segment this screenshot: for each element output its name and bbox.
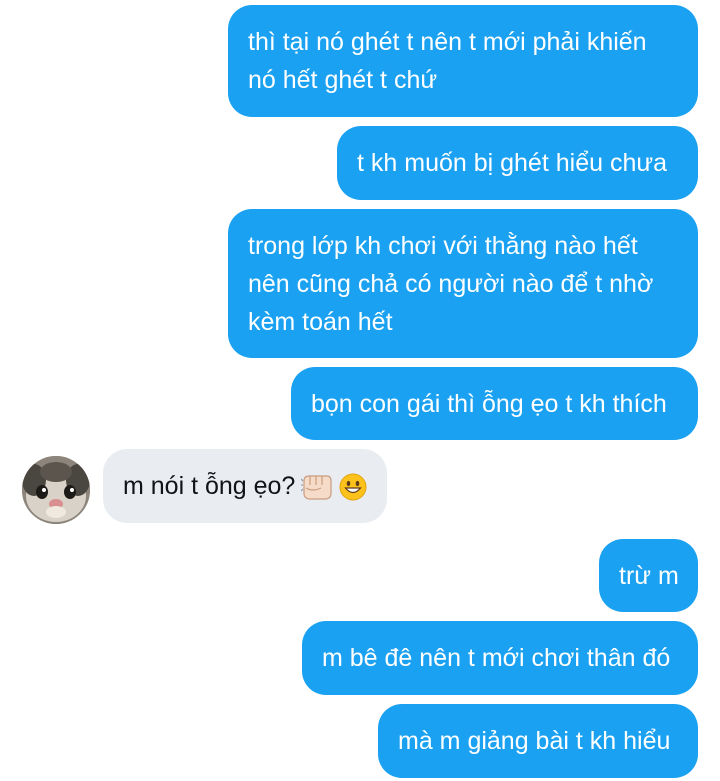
grinning-face-icon xyxy=(339,473,367,501)
message-text-line: t kh muốn bị ghét hiểu chưa xyxy=(357,149,667,177)
message-bubble-outgoing[interactable]: mà m giảng bài t kh hiểu xyxy=(378,704,698,778)
message-text-line: bọn con gái thì ỗng ẹo t kh thích xyxy=(311,390,667,418)
message-bubble-outgoing[interactable]: trừ m xyxy=(599,539,698,612)
message-bubble-outgoing[interactable]: trong lớp kh chơi với thằng nào hết nên … xyxy=(228,209,698,358)
message-text-line: mà m giảng bài t kh hiểu xyxy=(398,727,671,755)
message-text-line: nên cũng chả có người nào để t nhờ xyxy=(248,270,654,298)
message-bubble-outgoing[interactable]: t kh muốn bị ghét hiểu chưa xyxy=(337,126,698,200)
message-text-line: m bê đê nên t mới chơi thân đó xyxy=(322,644,671,672)
message-text-line: trong lớp kh chơi với thằng nào hết xyxy=(248,232,638,260)
cat-avatar-icon[interactable] xyxy=(22,456,90,524)
message-text-line: nó hết ghét t chứ xyxy=(248,66,438,94)
message-text-line: kèm toán hết xyxy=(248,308,393,336)
message-bubble-outgoing[interactable]: thì tại nó ghét t nên t mới phải khiến n… xyxy=(228,5,698,117)
message-text-line: thì tại nó ghét t nên t mới phải khiến xyxy=(248,28,647,56)
fist-bump-icon xyxy=(301,472,333,502)
message-text-line: trừ m xyxy=(619,562,679,590)
message-bubble-outgoing[interactable]: m bê đê nên t mới chơi thân đó xyxy=(302,621,698,695)
message-text-line: m nói t ỗng ẹo? xyxy=(123,472,296,500)
message-bubble-outgoing[interactable]: bọn con gái thì ỗng ẹo t kh thích xyxy=(291,367,698,440)
message-bubble-incoming[interactable]: m nói t ỗng ẹo? xyxy=(103,449,387,523)
chat-thread: thì tại nó ghét t nên t mới phải khiến n… xyxy=(0,0,720,781)
